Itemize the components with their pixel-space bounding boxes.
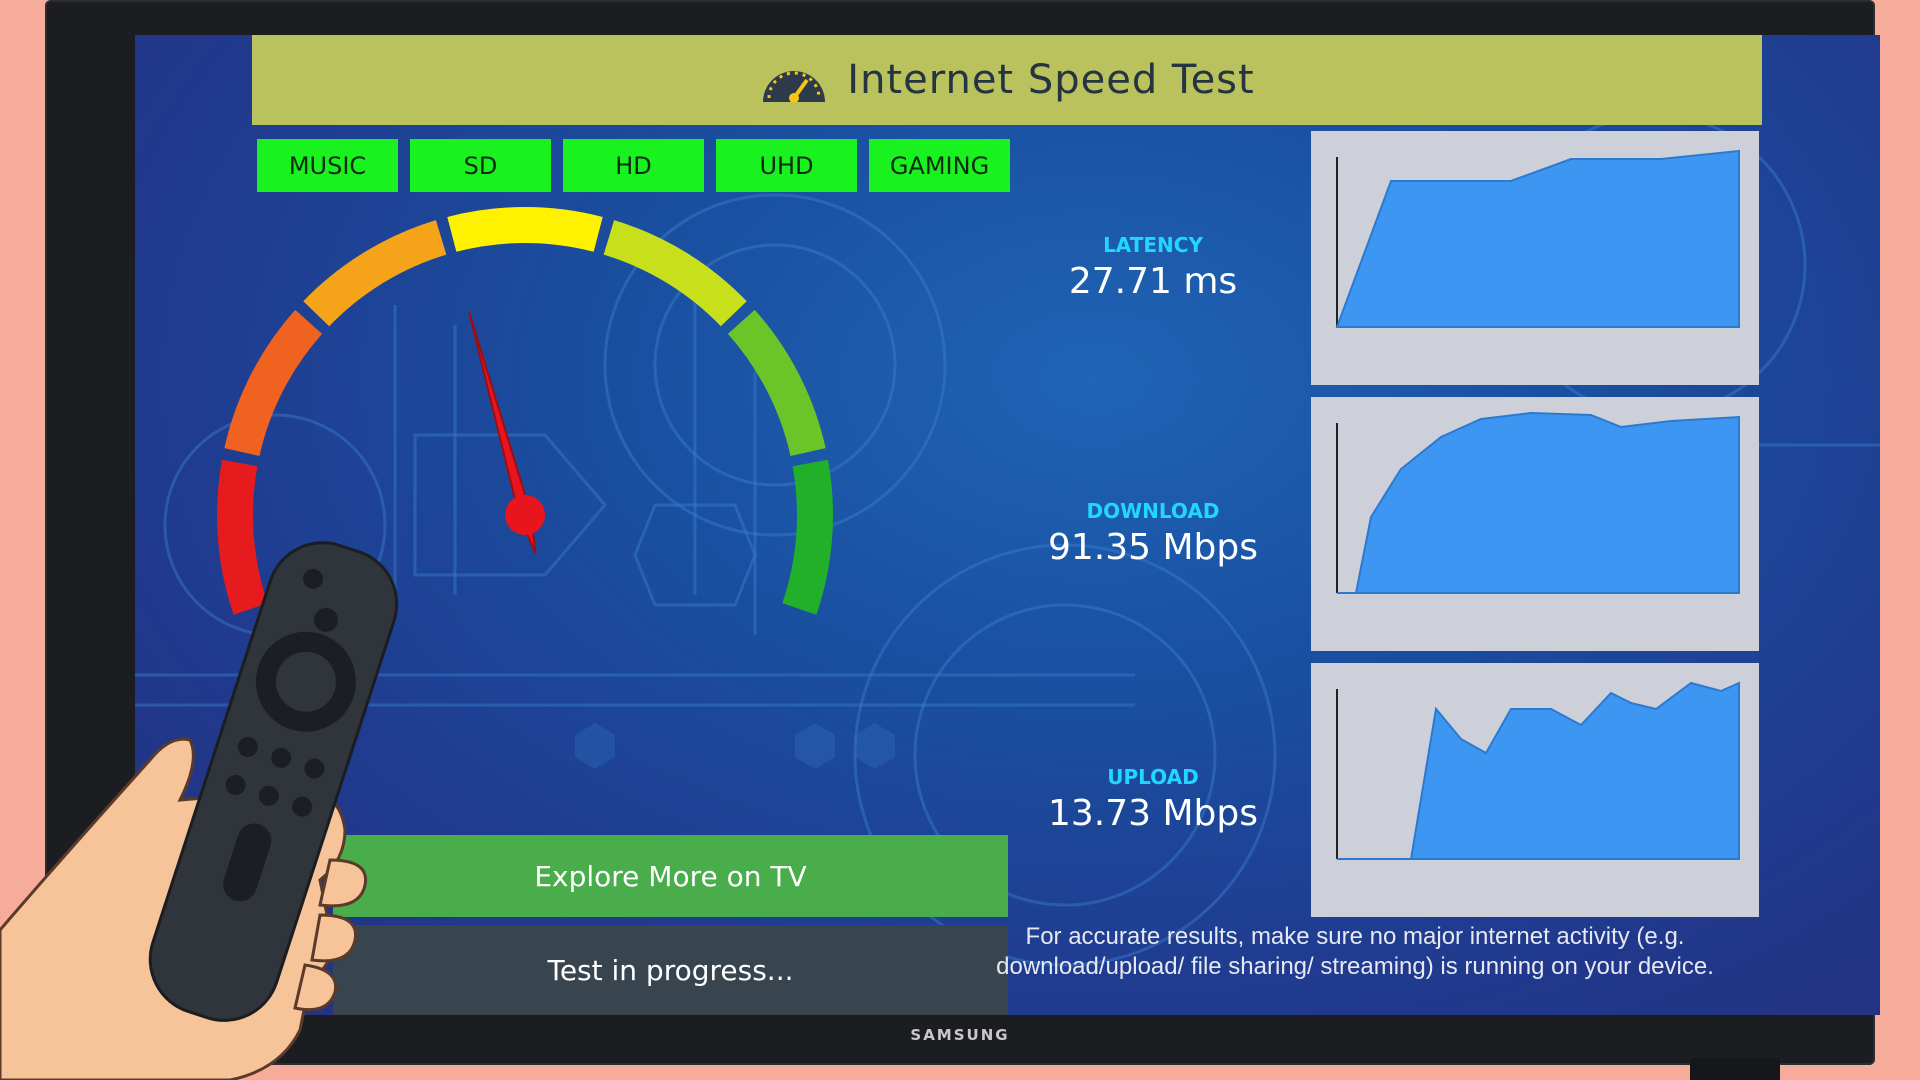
- accuracy-note: For accurate results, make sure no major…: [996, 923, 1714, 980]
- tv-stand-right: [1690, 1058, 1780, 1080]
- speedometer-icon: [763, 71, 826, 103]
- test-status-panel: Test in progress...: [333, 925, 1008, 1015]
- category-uhd-button[interactable]: UHD: [716, 139, 857, 192]
- explore-more-button[interactable]: Explore More on TV: [333, 835, 1008, 917]
- download-graph-area: [1337, 411, 1740, 594]
- category-sd-button[interactable]: SD: [410, 139, 551, 192]
- download-graph: [1311, 397, 1759, 651]
- latency-graph: [1311, 131, 1759, 385]
- remote-in-hand-illustration: [0, 541, 399, 1080]
- latency-graph-area: [1335, 149, 1740, 328]
- upload-graph: [1311, 663, 1759, 917]
- latency-label: LATENCY: [1103, 233, 1203, 257]
- download-stat: DOWNLOAD 91.35 Mbps: [1023, 499, 1283, 568]
- category-gaming-button[interactable]: GAMING: [869, 139, 1010, 192]
- upload-value: 13.73 Mbps: [1047, 793, 1259, 834]
- latency-stat: LATENCY 27.71 ms: [1023, 233, 1283, 302]
- upload-label: UPLOAD: [1107, 765, 1199, 789]
- category-music-button[interactable]: MUSIC: [257, 139, 398, 192]
- upload-stat: UPLOAD 13.73 Mbps: [1023, 765, 1283, 834]
- download-value: 91.35 Mbps: [1047, 527, 1259, 568]
- page-title: Internet Speed Test: [847, 57, 1255, 103]
- quality-category-bar: MUSIC SD HD UHD GAMING: [257, 139, 1010, 192]
- header-bar: Internet Speed Test: [252, 35, 1762, 125]
- upload-graph-area: [1337, 681, 1740, 860]
- latency-value: 27.71 ms: [1068, 261, 1238, 302]
- category-hd-button[interactable]: HD: [563, 139, 704, 192]
- download-label: DOWNLOAD: [1086, 499, 1220, 523]
